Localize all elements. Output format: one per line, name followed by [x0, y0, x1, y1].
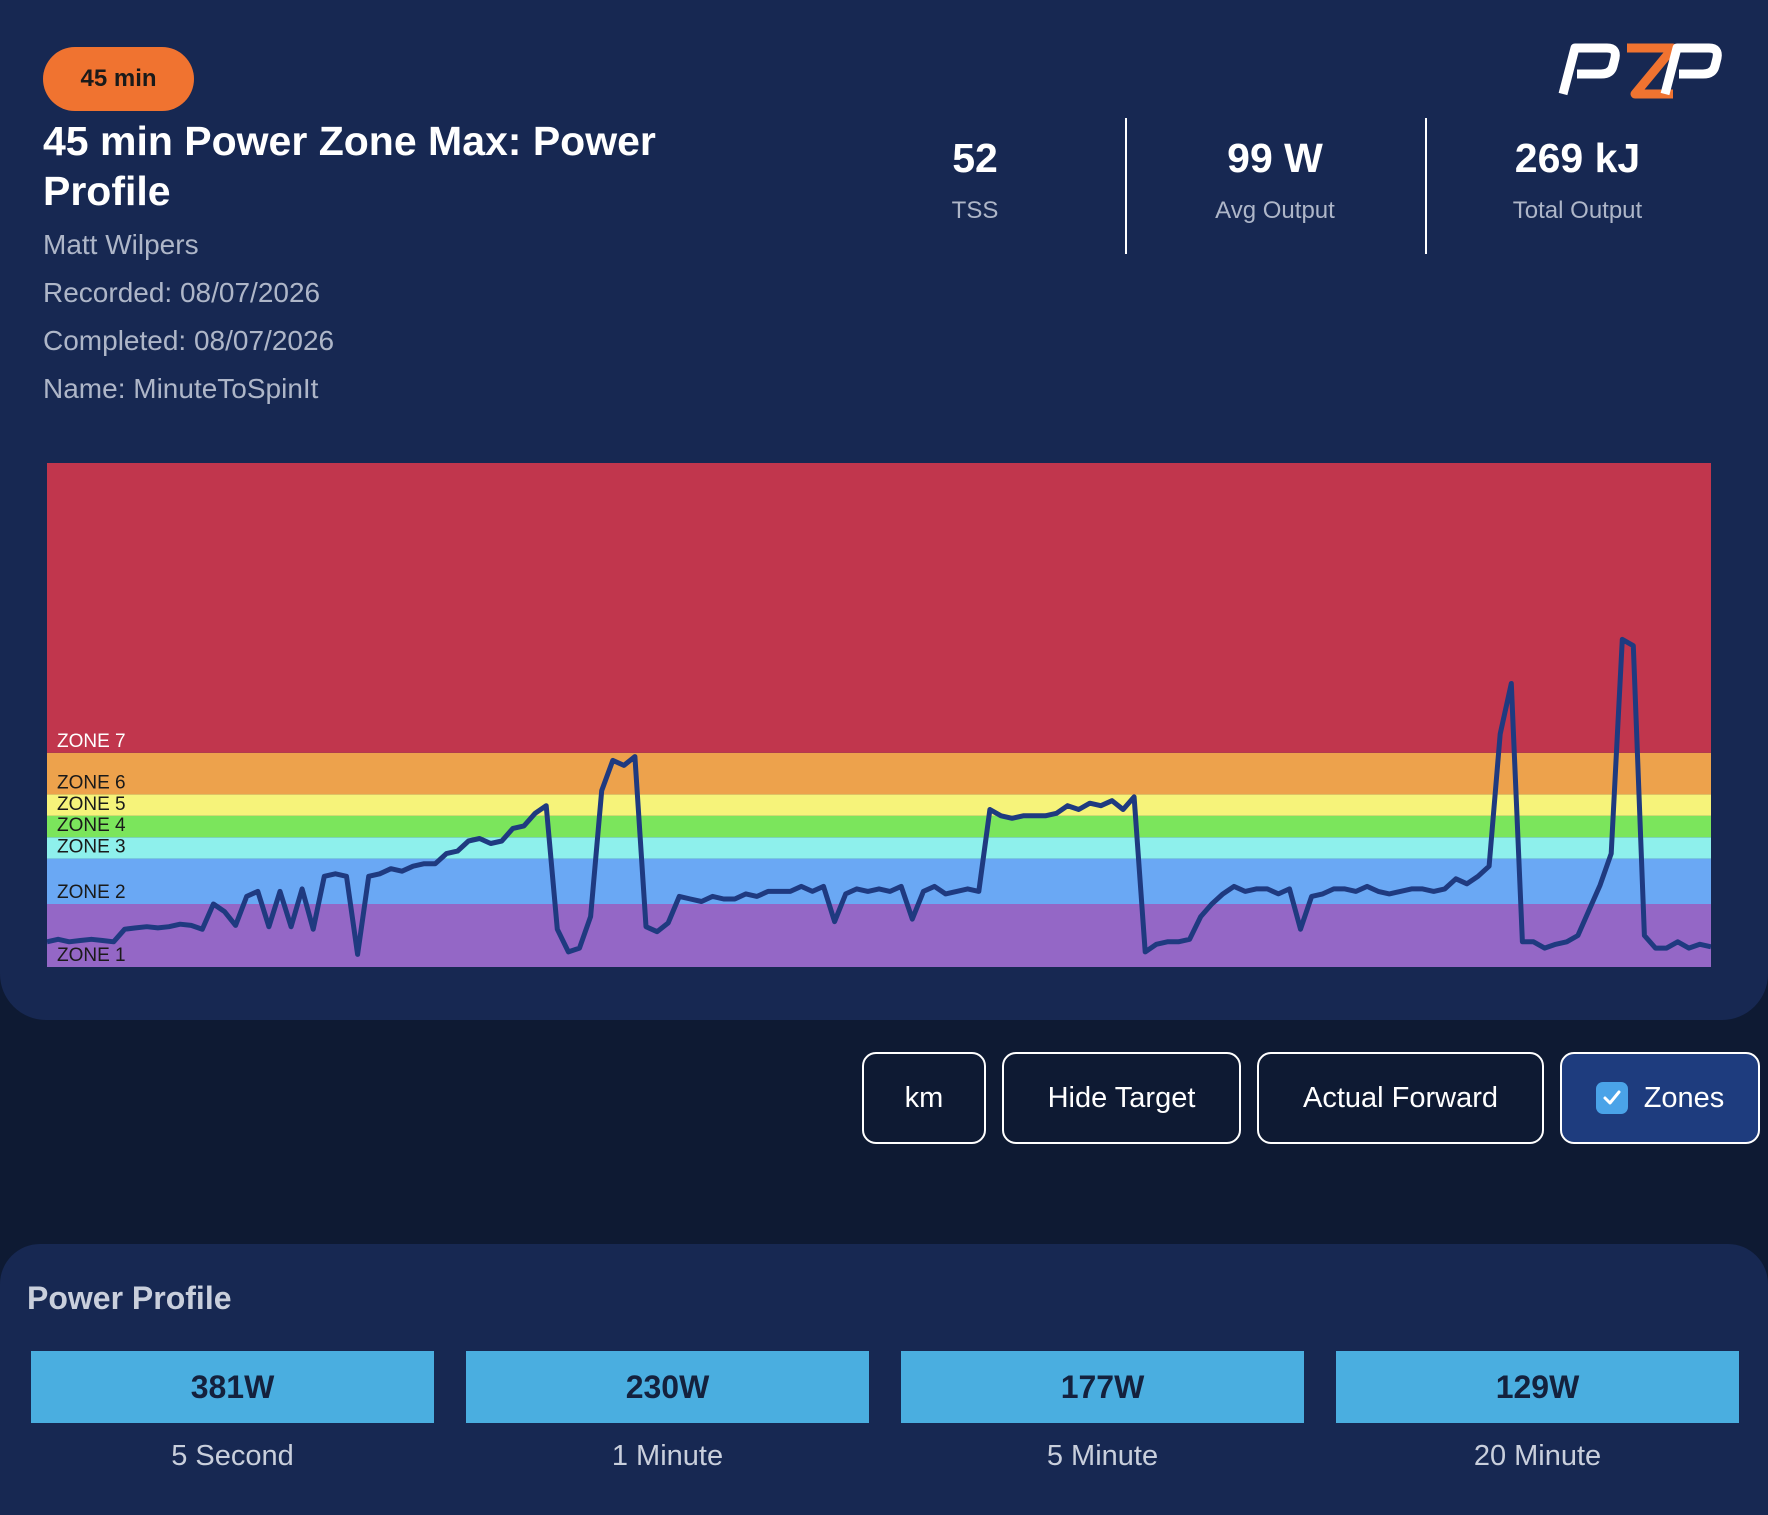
- km-button-label: km: [904, 1081, 944, 1114]
- zone-band-7: [47, 463, 1711, 753]
- actual-forward-label: Actual Forward: [1302, 1081, 1498, 1114]
- stat-label: Avg Output: [1215, 197, 1335, 224]
- pzp-logo: [1558, 43, 1722, 99]
- stat-divider: [1425, 118, 1427, 254]
- stat-value: 52: [952, 135, 998, 181]
- power-5-minute-value: 177W: [901, 1351, 1304, 1423]
- power-profile-title: Power Profile: [27, 1280, 232, 1316]
- zone-label-7: ZONE 7: [57, 731, 126, 752]
- zone-label-1: ZONE 1: [57, 945, 126, 966]
- instructor-name: Matt Wilpers: [43, 229, 199, 260]
- km-button[interactable]: km: [862, 1052, 986, 1144]
- completed-date: Completed: 08/07/2026: [43, 325, 335, 356]
- zones-toggle[interactable]: Zones: [1560, 1052, 1760, 1144]
- hide-target-label: Hide Target: [1047, 1081, 1196, 1114]
- hide-target-button[interactable]: Hide Target: [1002, 1052, 1241, 1144]
- zone-label-4: ZONE 4: [57, 815, 126, 836]
- power-5-second-value: 381W: [31, 1351, 434, 1423]
- power-5-minute-label: 5 Minute: [1046, 1440, 1159, 1472]
- power-20-minute-label: 20 Minute: [1473, 1440, 1602, 1472]
- zone-band-5: [47, 794, 1711, 816]
- checkbox-checked-icon[interactable]: [1595, 1082, 1628, 1114]
- zone-label-2: ZONE 2: [57, 882, 126, 903]
- power-1-minute-value: 230W: [466, 1351, 869, 1423]
- zone-label-3: ZONE 3: [57, 837, 126, 858]
- zone-label-6: ZONE 6: [57, 772, 126, 793]
- stat-divider: [1125, 118, 1127, 254]
- actual-forward-button[interactable]: Actual Forward: [1257, 1052, 1544, 1144]
- stat-value: 99 W: [1227, 135, 1323, 181]
- stat-label: TSS: [951, 197, 999, 224]
- stat-value: 269 kJ: [1514, 135, 1641, 181]
- zones-label: Zones: [1643, 1081, 1725, 1114]
- recorded-date: Recorded: 08/07/2026: [43, 277, 321, 308]
- duration-badge: 45 min: [43, 47, 194, 111]
- power-zone-chart: ZONE 1 ZONE 2 ZONE 3ZONE 4ZONE 5ZONE 6 ZONE…: [47, 463, 1711, 967]
- power-1-minute-label: 1 Minute: [611, 1440, 724, 1472]
- stat-tss: 52 TSS: [900, 135, 1050, 225]
- power-20-minute-value: 129W: [1336, 1351, 1739, 1423]
- power-5-second-label: 5 Second: [171, 1440, 294, 1472]
- zone-label-5: ZONE 5: [57, 794, 126, 815]
- stat-avg-output: 99 W Avg Output: [1175, 135, 1375, 225]
- zone-band-4: [47, 815, 1711, 838]
- workout-title: 45 min Power Zone Max: Power Profile: [43, 118, 656, 214]
- stat-label: Total Output: [1512, 197, 1643, 224]
- zone-band-6: [47, 752, 1711, 795]
- stat-total-output: 269 kJ Total Output: [1470, 135, 1685, 225]
- zone-band-3: [47, 837, 1711, 859]
- user-name: Name: MinuteToSpinIt: [43, 373, 319, 404]
